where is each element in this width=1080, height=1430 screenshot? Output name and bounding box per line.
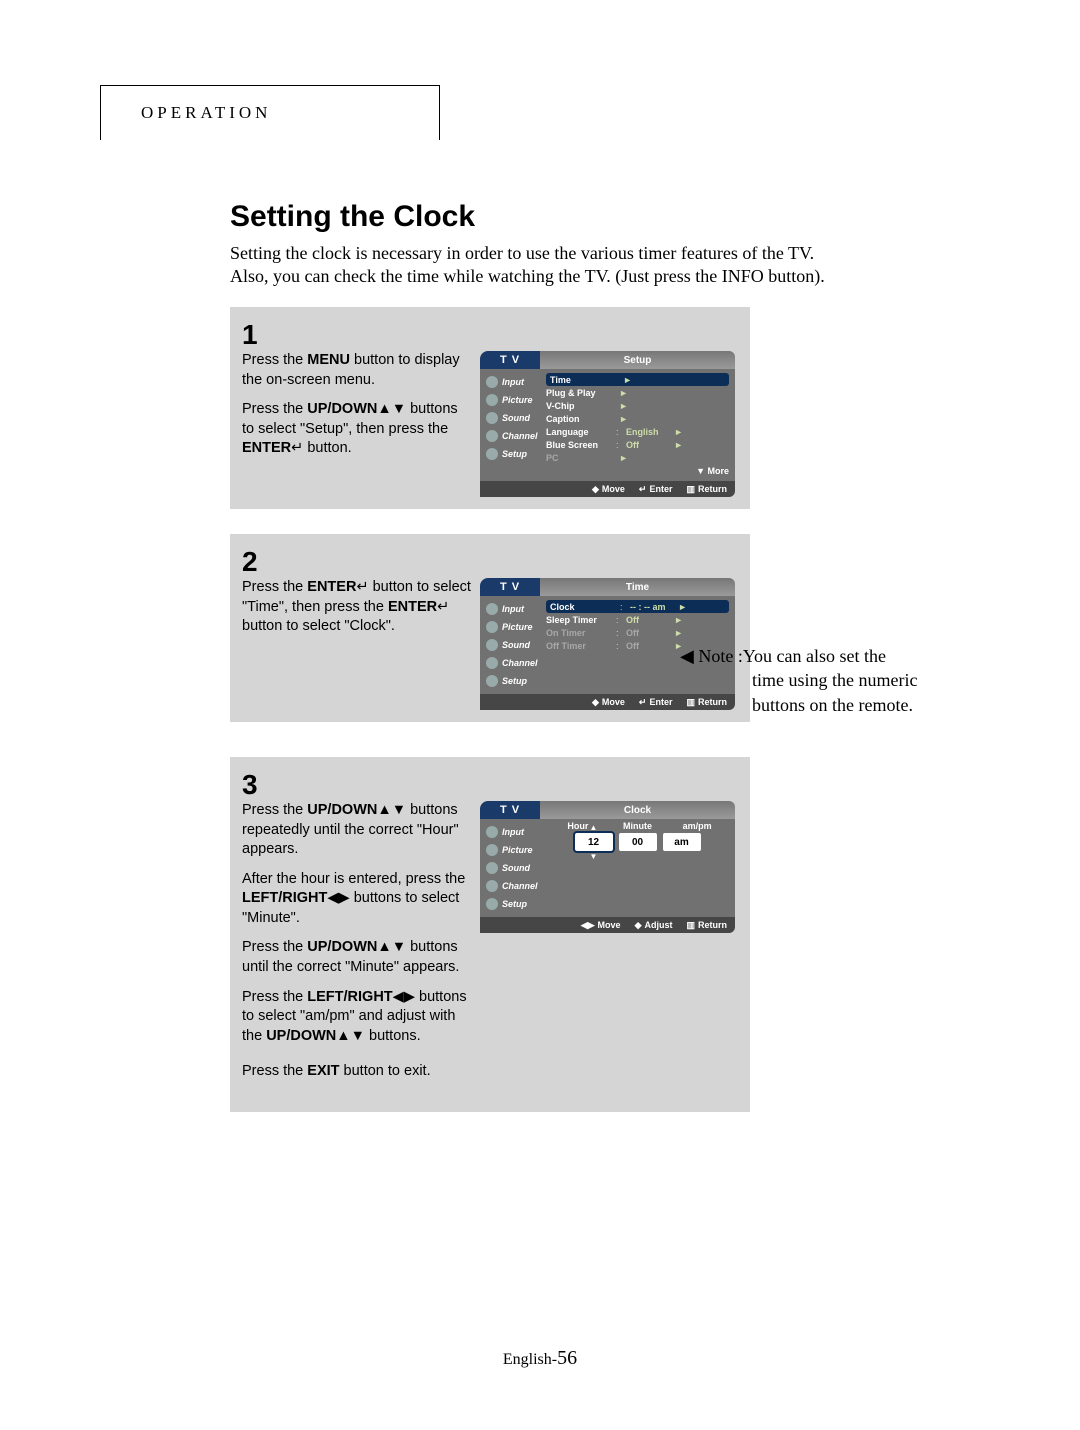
enter-icon: ↵ bbox=[356, 579, 368, 595]
menu-row: On Timer:Off► bbox=[546, 626, 729, 639]
adjust-icon: ◆ bbox=[635, 920, 642, 931]
osd-setup-menu: T V Setup Input Picture Sound Channel Se… bbox=[480, 351, 735, 497]
menu-row: PC► bbox=[546, 451, 729, 464]
hour-box: ▲ 12 ▼ bbox=[575, 833, 613, 851]
move-icon: ◆ bbox=[592, 697, 599, 708]
clock-headers: Hour Minute am/pm bbox=[546, 821, 729, 833]
osd-sidebar: Input Picture Sound Channel Setup bbox=[480, 819, 540, 917]
updown-icon: ▲▼ bbox=[336, 1028, 365, 1044]
channel-icon bbox=[486, 430, 498, 442]
side-input: Input bbox=[480, 373, 540, 391]
osd-sidebar: Input Picture Sound Channel Setup bbox=[480, 596, 540, 694]
sound-icon bbox=[486, 862, 498, 874]
leftright-icon: ◀▶ bbox=[393, 989, 415, 1005]
enter-footer-icon: ↵ bbox=[639, 484, 647, 495]
osd-title: Clock bbox=[540, 801, 735, 819]
osd-tv-tab: T V bbox=[480, 578, 540, 596]
updown-icon: ▲▼ bbox=[377, 802, 406, 818]
setup-icon bbox=[486, 898, 498, 910]
menu-row: Language:English► bbox=[546, 425, 729, 438]
down-arrow-icon: ▼ bbox=[590, 852, 598, 861]
picture-icon bbox=[486, 394, 498, 406]
page-title: Setting the Clock bbox=[230, 200, 990, 234]
menu-row: Plug & Play► bbox=[546, 386, 729, 399]
picture-icon bbox=[486, 621, 498, 633]
channel-icon bbox=[486, 657, 498, 669]
step-number: 2 bbox=[242, 546, 750, 578]
note-arrow-icon: ◀ Note : bbox=[680, 646, 743, 666]
step-1-text: Press the MENU button to display the on-… bbox=[242, 351, 472, 469]
clock-value-row: ▲ 12 ▼ 00 am bbox=[546, 833, 729, 851]
intro-text: Setting the clock is necessary in order … bbox=[230, 242, 1010, 287]
step-number: 1 bbox=[242, 319, 750, 351]
osd-footer: ◀▶Move ◆Adjust ▥Return bbox=[480, 917, 735, 933]
enter-icon: ↵ bbox=[437, 599, 449, 615]
hour-header: Hour bbox=[548, 821, 608, 831]
return-icon: ▥ bbox=[686, 920, 695, 931]
return-icon: ▥ bbox=[686, 484, 695, 495]
channel-icon bbox=[486, 880, 498, 892]
side-setup: Setup bbox=[480, 445, 540, 463]
input-icon bbox=[486, 376, 498, 388]
osd-footer: ◆Move ↵Enter ▥Return bbox=[480, 481, 735, 497]
osd-clock-menu: T V Clock Input Picture Sound Channel Se… bbox=[480, 801, 735, 933]
step-2: 2 Press the ENTER↵ button to select "Tim… bbox=[230, 534, 750, 722]
page-footer: English-56 bbox=[0, 1347, 1080, 1370]
section-header-box: OPERATION bbox=[100, 85, 440, 140]
osd-title: Time bbox=[540, 578, 735, 596]
up-arrow-icon: ▲ bbox=[590, 823, 598, 832]
menu-row: Caption► bbox=[546, 412, 729, 425]
ampm-header: am/pm bbox=[667, 821, 727, 831]
step-3: 3 Press the UP/DOWN▲▼ buttons repeatedly… bbox=[230, 757, 750, 1112]
leftright-icon: ◀▶ bbox=[327, 890, 349, 906]
menu-more: ▼ More bbox=[546, 464, 729, 477]
step-1: 1 Press the MENU button to display the o… bbox=[230, 307, 750, 509]
section-label: OPERATION bbox=[141, 103, 271, 123]
updown-icon: ▲▼ bbox=[377, 401, 406, 417]
osd-sidebar: Input Picture Sound Channel Setup bbox=[480, 369, 540, 481]
minute-box: 00 bbox=[619, 833, 657, 851]
step-2-text: Press the ENTER↵ button to select "Time"… bbox=[242, 578, 472, 647]
setup-icon bbox=[486, 448, 498, 460]
menu-row: Time► bbox=[546, 373, 729, 386]
step-3-text: Press the UP/DOWN▲▼ buttons repeatedly u… bbox=[242, 801, 472, 1092]
move-icon: ◆ bbox=[592, 484, 599, 495]
setup-icon bbox=[486, 675, 498, 687]
osd-tv-tab: T V bbox=[480, 351, 540, 369]
move-h-icon: ◀▶ bbox=[581, 920, 595, 931]
side-note: ◀ Note :You can also set the time using … bbox=[680, 644, 960, 717]
sound-icon bbox=[486, 412, 498, 424]
osd-content: Time► Plug & Play► V-Chip► Caption► Lang… bbox=[540, 369, 735, 481]
osd-tv-tab: T V bbox=[480, 801, 540, 819]
enter-icon: ↵ bbox=[291, 440, 303, 456]
sound-icon bbox=[486, 639, 498, 651]
ampm-box: am bbox=[663, 833, 701, 851]
side-picture: Picture bbox=[480, 391, 540, 409]
side-channel: Channel bbox=[480, 427, 540, 445]
input-icon bbox=[486, 603, 498, 615]
minute-header: Minute bbox=[608, 821, 668, 831]
step-number: 3 bbox=[242, 769, 750, 801]
enter-footer-icon: ↵ bbox=[639, 697, 647, 708]
menu-row: V-Chip► bbox=[546, 399, 729, 412]
osd-content: Hour Minute am/pm ▲ 12 ▼ 00 am bbox=[540, 819, 735, 917]
menu-row: Sleep Timer:Off► bbox=[546, 613, 729, 626]
menu-row: Clock:-- : -- am► bbox=[546, 600, 729, 613]
updown-icon: ▲▼ bbox=[377, 939, 406, 955]
menu-row: Blue Screen:Off► bbox=[546, 438, 729, 451]
side-sound: Sound bbox=[480, 409, 540, 427]
osd-title: Setup bbox=[540, 351, 735, 369]
picture-icon bbox=[486, 844, 498, 856]
input-icon bbox=[486, 826, 498, 838]
